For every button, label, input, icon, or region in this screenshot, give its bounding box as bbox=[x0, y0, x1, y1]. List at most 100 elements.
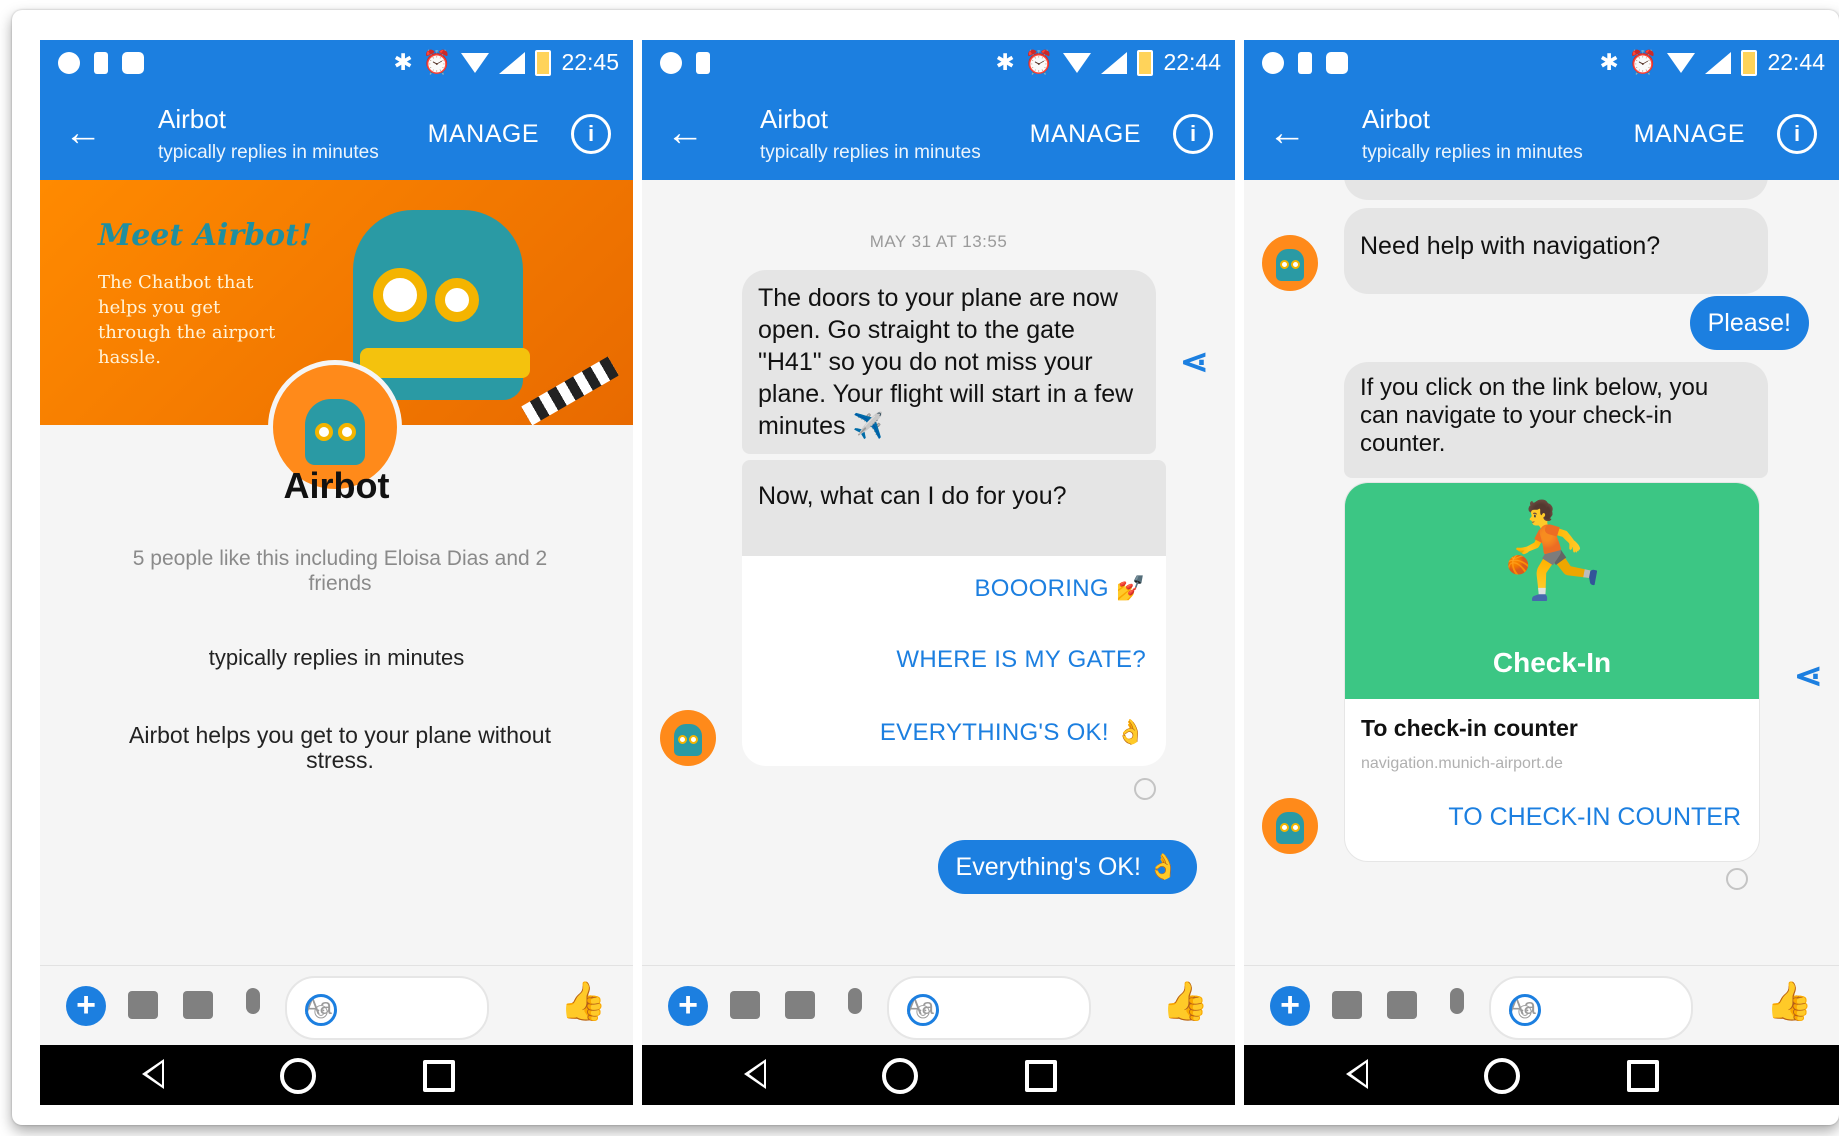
quick-reply-everything-ok[interactable]: EVERYTHING'S OK! 👌 bbox=[880, 718, 1146, 747]
user-message: Please! bbox=[1689, 296, 1809, 350]
checkin-image: ⛹ Check-In bbox=[1345, 483, 1759, 699]
alarm-icon: ⏰ bbox=[1024, 49, 1054, 75]
phone-chat-navigation: ✱ ⏰ 22:44 ← Airbot typically replies in … bbox=[1244, 40, 1839, 1105]
wifi-icon bbox=[1667, 52, 1696, 73]
phone-chat-gate: ✱ ⏰ 22:44 ← Airbot typically replies in … bbox=[642, 40, 1235, 1105]
plus-icon[interactable]: + bbox=[1270, 986, 1310, 1026]
chat-thread: Need help with navigation? Please! If yo… bbox=[1244, 180, 1839, 965]
bot-message: The doors to your plane are now open. Go… bbox=[742, 270, 1156, 454]
quick-reply-booring[interactable]: BOOORING 💅 bbox=[974, 574, 1146, 603]
profile-likes: 5 people like this including Eloisa Dias… bbox=[132, 547, 548, 595]
profile-description: Airbot helps you get to your plane witho… bbox=[129, 722, 551, 773]
camera-icon[interactable] bbox=[730, 991, 760, 1019]
manage-button[interactable]: MANAGE bbox=[1030, 120, 1141, 149]
thumbs-up-icon[interactable]: 👍 bbox=[560, 980, 607, 1024]
thumbs-up-icon[interactable]: 👍 bbox=[1766, 980, 1813, 1024]
camera-icon[interactable] bbox=[128, 991, 158, 1019]
mic-icon[interactable] bbox=[1450, 988, 1464, 1014]
wifi-icon bbox=[461, 52, 490, 73]
battery-icon bbox=[1137, 49, 1154, 76]
message-input[interactable]: Aa ☺ bbox=[887, 976, 1091, 1040]
app-bar: ← Airbot typically replies in minutes MA… bbox=[40, 90, 633, 180]
emoji-icon[interactable]: ☺ bbox=[305, 994, 337, 1026]
battery-icon bbox=[1741, 49, 1758, 76]
chat-subtitle: typically replies in minutes bbox=[158, 142, 379, 163]
status-bar: ✱ ⏰ 22:44 bbox=[642, 40, 1235, 90]
notification-icon bbox=[1262, 52, 1284, 74]
mic-icon[interactable] bbox=[848, 988, 862, 1014]
chat-subtitle: typically replies in minutes bbox=[1362, 142, 1583, 163]
sim-icon bbox=[94, 52, 108, 74]
arrow-left-icon[interactable]: ← bbox=[666, 114, 704, 152]
mic-icon[interactable] bbox=[246, 988, 260, 1014]
android-nav-bar bbox=[40, 1045, 633, 1105]
camera-icon[interactable] bbox=[1332, 991, 1362, 1019]
chat-thread: MAY 31 AT 13:55 The doors to your plane … bbox=[642, 180, 1235, 965]
manage-button[interactable]: MANAGE bbox=[1634, 120, 1745, 149]
nav-home-icon[interactable] bbox=[882, 1058, 918, 1094]
composer: + Aa ☺ 👍 bbox=[642, 965, 1235, 1046]
profile-response-time: typically replies in minutes bbox=[208, 645, 465, 670]
bot-avatar bbox=[660, 710, 716, 766]
app-bar: ← Airbot typically replies in minutes MA… bbox=[642, 90, 1235, 180]
notification-icon bbox=[58, 52, 80, 74]
image-icon[interactable] bbox=[183, 991, 213, 1019]
bot-message: Need help with navigation? bbox=[1344, 208, 1768, 294]
nav-back-icon[interactable] bbox=[142, 1059, 164, 1089]
link-domain: navigation.munich-airport.de bbox=[1361, 755, 1563, 772]
info-icon[interactable]: i bbox=[1777, 114, 1817, 154]
bot-message: If you click on the link below, you can … bbox=[1344, 362, 1768, 478]
bluetooth-icon: ✱ bbox=[1599, 49, 1619, 75]
image-icon[interactable] bbox=[1387, 991, 1417, 1019]
chat-title: Airbot bbox=[1362, 104, 1430, 134]
sim-icon bbox=[1298, 52, 1312, 74]
alarm-icon: ⏰ bbox=[1628, 49, 1658, 75]
notification-icon bbox=[660, 52, 682, 74]
reaction-icon[interactable] bbox=[1726, 868, 1748, 890]
sim-icon bbox=[696, 52, 710, 74]
screenshot-collage: ✱ ⏰ 22:45 ← Airbot typically replies in … bbox=[12, 10, 1839, 1125]
nav-back-icon[interactable] bbox=[744, 1059, 766, 1089]
nav-recents-icon[interactable] bbox=[423, 1060, 455, 1092]
checkin-image-label: Check-In bbox=[1492, 647, 1612, 678]
share-icon[interactable]: ⋖ bbox=[1180, 342, 1209, 382]
signal-icon bbox=[499, 51, 526, 74]
nav-home-icon[interactable] bbox=[280, 1058, 316, 1094]
nav-home-icon[interactable] bbox=[1484, 1058, 1520, 1094]
info-icon[interactable]: i bbox=[571, 114, 611, 154]
checkin-counter-button[interactable]: TO CHECK-IN COUNTER bbox=[1448, 803, 1741, 832]
arrow-left-icon[interactable]: ← bbox=[64, 114, 102, 152]
emoji-icon[interactable]: ☺ bbox=[907, 994, 939, 1026]
share-icon[interactable]: ⋖ bbox=[1794, 656, 1823, 696]
manage-button[interactable]: MANAGE bbox=[428, 120, 539, 149]
quick-reply-where-gate[interactable]: WHERE IS MY GATE? bbox=[896, 646, 1146, 674]
arrow-left-icon[interactable]: ← bbox=[1268, 114, 1306, 152]
profile-name: Airbot bbox=[283, 465, 390, 506]
android-nav-bar bbox=[1244, 1045, 1839, 1105]
plus-icon[interactable]: + bbox=[668, 986, 708, 1026]
signal-icon bbox=[1705, 51, 1732, 74]
thumbs-up-icon[interactable]: 👍 bbox=[1162, 980, 1209, 1024]
info-icon[interactable]: i bbox=[1173, 114, 1213, 154]
chat-title: Airbot bbox=[158, 104, 226, 134]
bot-message-partial bbox=[1344, 180, 1768, 200]
status-time: 22:44 bbox=[1163, 49, 1221, 75]
bluetooth-icon: ✱ bbox=[393, 49, 413, 75]
status-time: 22:44 bbox=[1767, 49, 1825, 75]
link-card[interactable]: ⛹ Check-In To check-in counter navigatio… bbox=[1344, 482, 1760, 862]
bluetooth-icon: ✱ bbox=[995, 49, 1015, 75]
plus-icon[interactable]: + bbox=[66, 986, 106, 1026]
nav-back-icon[interactable] bbox=[1346, 1059, 1368, 1089]
emoji-icon[interactable]: ☺ bbox=[1509, 994, 1541, 1026]
nav-recents-icon[interactable] bbox=[1025, 1060, 1057, 1092]
image-notification-icon bbox=[1326, 52, 1348, 74]
reaction-icon[interactable] bbox=[1134, 778, 1156, 800]
message-input[interactable]: Aa ☺ bbox=[285, 976, 489, 1040]
message-input[interactable]: Aa ☺ bbox=[1489, 976, 1693, 1040]
nav-recents-icon[interactable] bbox=[1627, 1060, 1659, 1092]
status-bar: ✱ ⏰ 22:44 bbox=[1244, 40, 1839, 90]
bot-avatar bbox=[1262, 798, 1318, 854]
composer: + Aa ☺ 👍 bbox=[40, 965, 633, 1046]
image-icon[interactable] bbox=[785, 991, 815, 1019]
quick-replies: BOOORING 💅 WHERE IS MY GATE? EVERYTHING'… bbox=[742, 556, 1166, 766]
